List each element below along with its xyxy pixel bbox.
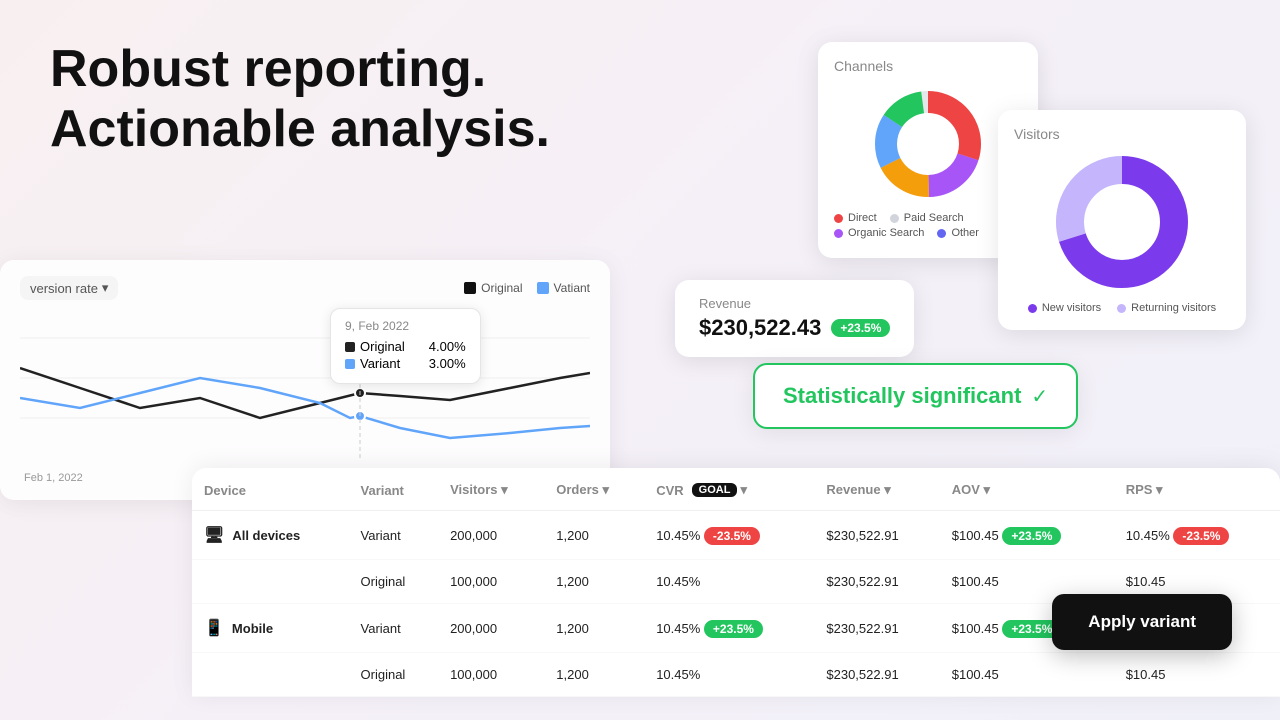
cell-variant: Original (349, 653, 439, 697)
table-row: Original 100,000 1,200 10.45% $230,522.9… (192, 653, 1280, 697)
returning-visitors-label: Returning visitors (1131, 302, 1216, 314)
tooltip-original-label: Original (360, 339, 405, 354)
cell-revenue: $230,522.91 (814, 511, 939, 560)
cell-visitors: 200,000 (438, 511, 544, 560)
tooltip-original-value: 4.00% (429, 339, 466, 354)
chart-filter-label: version rate (30, 281, 98, 296)
sig-text: Statistically significant (783, 383, 1021, 409)
new-visitors-label: New visitors (1042, 302, 1101, 314)
tooltip-date: 9, Feb 2022 (345, 319, 466, 333)
chart-legend: Original Vatiant (464, 281, 590, 295)
revenue-card: Revenue $230,522.43 +23.5% (675, 280, 914, 357)
cell-variant: Variant (349, 511, 439, 560)
cell-cvr: 10.45% (644, 653, 814, 697)
channels-title: Channels (834, 58, 1022, 74)
cell-revenue: $230,522.91 (814, 604, 939, 653)
cell-orders: 1,200 (544, 604, 644, 653)
chart-filter-arrow: ▾ (102, 280, 109, 296)
cell-aov: $100.45 +23.5% (940, 511, 1114, 560)
cell-device (192, 560, 349, 604)
cell-rps: 10.45% -23.5% (1114, 511, 1280, 560)
cell-device: 📱 Mobile (192, 604, 349, 653)
cell-orders: 1,200 (544, 511, 644, 560)
tooltip-variant-value: 3.00% (429, 356, 466, 371)
device-icon: 📱 (204, 618, 224, 638)
col-visitors: Visitors ▾ (438, 468, 544, 511)
cell-cvr: 10.45% -23.5% (644, 511, 814, 560)
data-table-card: Device Variant Visitors ▾ Orders ▾ CVR G… (192, 468, 1280, 697)
rps-badge: -23.5% (1173, 527, 1229, 545)
col-cvr: CVR GOAL ▾ (644, 468, 814, 511)
line-chart-svg (20, 308, 590, 463)
cell-variant: Original (349, 560, 439, 604)
visitors-card: Visitors New visitors Returning visitors (998, 110, 1246, 330)
cell-revenue: $230,522.91 (814, 653, 939, 697)
cell-variant: Variant (349, 604, 439, 653)
visitors-legend: New visitors Returning visitors (1014, 302, 1230, 314)
device-name: All devices (232, 528, 300, 543)
hero-title-line1: Robust reporting. (50, 40, 550, 100)
col-revenue: Revenue ▾ (814, 468, 939, 511)
col-rps: RPS ▾ (1114, 468, 1280, 511)
revenue-amount: $230,522.43 (699, 315, 821, 341)
cvr-badge: -23.5% (704, 527, 760, 545)
hero-section: Robust reporting. Actionable analysis. (50, 40, 550, 160)
cell-rps: $10.45 (1114, 653, 1280, 697)
channels-donut-chart (868, 84, 988, 204)
cell-device: 🖥 All devices (192, 511, 349, 560)
cell-orders: 1,200 (544, 560, 644, 604)
cell-cvr: 10.45% (644, 560, 814, 604)
chart-area: 9, Feb 2022 Original 4.00% Variant 3.00% (20, 308, 590, 468)
channels-legend: DirectPaid Search Organic SearchOther (834, 212, 1022, 239)
device-name: Mobile (232, 621, 273, 636)
cell-visitors: 200,000 (438, 604, 544, 653)
table-row: 🖥 All devices Variant 200,000 1,200 10.45… (192, 511, 1280, 560)
cell-visitors: 100,000 (438, 560, 544, 604)
apply-variant-button[interactable]: Apply variant (1052, 594, 1232, 650)
chart-tooltip: 9, Feb 2022 Original 4.00% Variant 3.00% (330, 308, 481, 384)
legend-original: Original (481, 281, 522, 295)
device-icon: 🖥 (204, 525, 224, 545)
chart-card: version rate ▾ Original Vatiant (0, 260, 610, 500)
sig-card: Statistically significant ✓ (753, 363, 1078, 429)
aov-badge: +23.5% (1002, 527, 1061, 545)
chart-date-start: Feb 1, 2022 (24, 472, 83, 484)
goal-badge: GOAL (692, 483, 738, 497)
visitors-title: Visitors (1014, 126, 1230, 142)
sig-icon: ✓ (1031, 384, 1048, 409)
cvr-badge: +23.5% (704, 620, 763, 638)
col-aov: AOV ▾ (940, 468, 1114, 511)
cell-orders: 1,200 (544, 653, 644, 697)
cell-visitors: 100,000 (438, 653, 544, 697)
legend-variant: Vatiant (554, 281, 590, 295)
hero-title-line2: Actionable analysis. (50, 100, 550, 160)
col-orders: Orders ▾ (544, 468, 644, 511)
cell-aov: $100.45 (940, 653, 1114, 697)
visitors-donut-chart (1052, 152, 1192, 292)
cell-cvr: 10.45% +23.5% (644, 604, 814, 653)
chart-filter[interactable]: version rate ▾ (20, 276, 118, 300)
data-table: Device Variant Visitors ▾ Orders ▾ CVR G… (192, 468, 1280, 697)
revenue-label: Revenue (699, 296, 890, 311)
col-variant: Variant (349, 468, 439, 511)
tooltip-variant-label: Variant (360, 356, 400, 371)
col-device: Device (192, 468, 349, 511)
revenue-badge: +23.5% (831, 319, 890, 337)
cell-device (192, 653, 349, 697)
cell-revenue: $230,522.91 (814, 560, 939, 604)
